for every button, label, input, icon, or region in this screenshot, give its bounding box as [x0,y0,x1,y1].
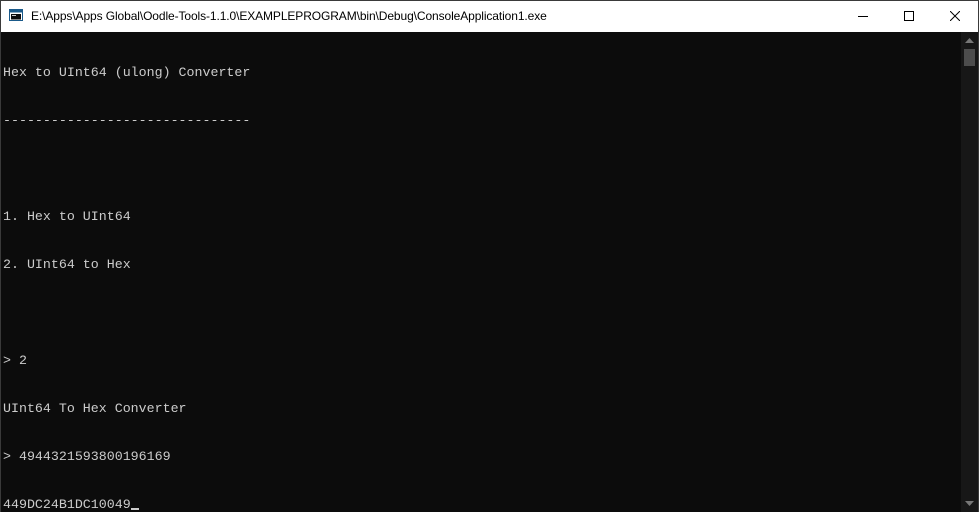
close-icon [950,11,960,21]
console-line-text: 449DC24B1DC10049 [3,497,131,512]
console-current-line: 449DC24B1DC10049 [3,497,961,512]
vertical-scrollbar[interactable] [961,32,978,512]
console-line: UInt64 To Hex Converter [3,401,187,416]
scroll-down-button[interactable] [961,495,978,512]
console-line: 1. Hex to UInt64 [3,209,131,224]
title-bar[interactable]: E:\Apps\Apps Global\Oodle-Tools-1.1.0\EX… [1,1,978,32]
minimize-button[interactable] [840,1,886,32]
chevron-down-icon [965,501,974,506]
console-line: ------------------------------- [3,113,251,128]
console-line: > 4944321593800196169 [3,449,171,464]
minimize-icon [858,16,868,17]
console-window: E:\Apps\Apps Global\Oodle-Tools-1.1.0\EX… [0,0,979,512]
window-title: E:\Apps\Apps Global\Oodle-Tools-1.1.0\EX… [31,9,547,23]
console-line: 2. UInt64 to Hex [3,257,131,272]
scroll-thumb[interactable] [964,49,975,66]
maximize-button[interactable] [886,1,932,32]
scroll-up-button[interactable] [961,32,978,49]
console-line: Hex to UInt64 (ulong) Converter [3,65,251,80]
console-app-icon [9,9,23,21]
maximize-icon [904,11,914,21]
chevron-up-icon [965,38,974,43]
console-output[interactable]: Hex to UInt64 (ulong) Converter --------… [1,32,961,512]
console-line: > 2 [3,353,27,368]
close-button[interactable] [932,1,978,32]
text-cursor [130,508,139,510]
